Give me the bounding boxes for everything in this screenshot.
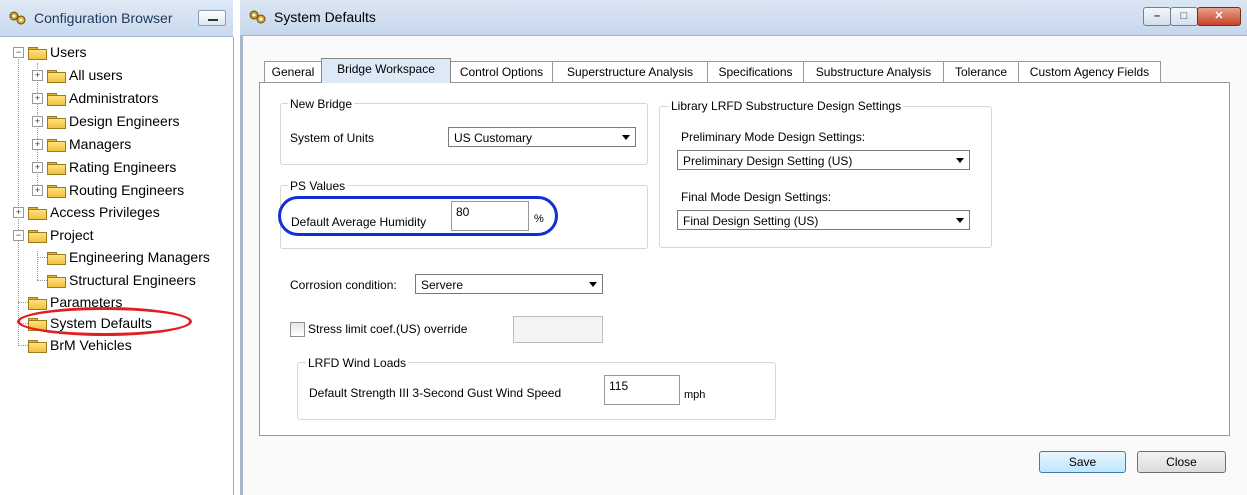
expand-icon[interactable]: + xyxy=(32,116,43,127)
tab-tolerance[interactable]: Tolerance xyxy=(943,61,1019,82)
tree-item-label: Rating Engineers xyxy=(69,159,177,175)
configuration-browser-title: Configuration Browser xyxy=(34,10,173,26)
expand-icon[interactable]: + xyxy=(32,70,43,81)
tab-custom-agency-fields[interactable]: Custom Agency Fields xyxy=(1018,61,1161,82)
tree-item-label: Access Privileges xyxy=(50,204,160,220)
final-dropdown[interactable]: Final Design Setting (US) xyxy=(677,210,970,230)
corrosion-value: Servere xyxy=(421,278,464,292)
tree-item-rating-engineers[interactable]: + Rating Engineers xyxy=(0,157,233,177)
window-title: System Defaults xyxy=(274,9,376,25)
tree-item-label: Project xyxy=(50,227,94,243)
tree-item-all-users[interactable]: + All users xyxy=(0,65,233,85)
tree-item-brm-vehicles[interactable]: BrM Vehicles xyxy=(0,335,233,355)
tab-substructure-analysis[interactable]: Substructure Analysis xyxy=(803,61,944,82)
tree-item-label: Administrators xyxy=(69,90,159,106)
preliminary-label: Preliminary Mode Design Settings: xyxy=(681,130,866,144)
preliminary-dropdown[interactable]: Preliminary Design Setting (US) xyxy=(677,150,970,170)
wind-speed-label: Default Strength III 3-Second Gust Wind … xyxy=(309,386,562,400)
minimize-icon: – xyxy=(1153,10,1161,22)
folder-icon xyxy=(47,91,66,106)
maximize-icon: □ xyxy=(1180,10,1188,22)
folder-icon xyxy=(47,160,66,175)
tab-general[interactable]: General xyxy=(264,61,322,82)
ps-values-title: PS Values xyxy=(288,179,348,193)
window-titlebar: System Defaults – □ ✕ xyxy=(240,0,1247,36)
collapse-icon[interactable]: − xyxy=(13,230,24,241)
units-dropdown[interactable]: US Customary xyxy=(448,127,636,147)
expand-icon[interactable]: + xyxy=(32,185,43,196)
tree-item-users[interactable]: − Users xyxy=(0,42,233,62)
save-button[interactable]: Save xyxy=(1039,451,1126,473)
tree-item-routing-engineers[interactable]: + Routing Engineers xyxy=(0,180,233,200)
tree-item-administrators[interactable]: + Administrators xyxy=(0,88,233,108)
close-window-button[interactable]: ✕ xyxy=(1197,7,1241,26)
units-label: System of Units xyxy=(290,131,375,145)
folder-icon xyxy=(47,68,66,83)
configuration-tree[interactable]: − Users + All users + Administrators + D… xyxy=(0,37,234,495)
chevron-down-icon xyxy=(622,135,630,140)
stress-override-label: Stress limit coef.(US) override xyxy=(308,322,468,336)
folder-icon xyxy=(28,295,47,310)
collapse-pane-button[interactable] xyxy=(198,10,226,26)
tree-item-label: Users xyxy=(50,44,87,60)
tab-superstructure-analysis[interactable]: Superstructure Analysis xyxy=(552,61,708,82)
app-icon xyxy=(9,11,27,25)
tree-item-label: All users xyxy=(69,67,123,83)
tree-item-structural-engineers[interactable]: Structural Engineers xyxy=(0,270,233,290)
folder-icon xyxy=(47,250,66,265)
expand-icon[interactable]: + xyxy=(32,139,43,150)
app-icon xyxy=(249,10,267,24)
tree-item-label: Routing Engineers xyxy=(69,182,185,198)
tree-item-label: BrM Vehicles xyxy=(50,337,132,353)
wind-speed-unit: mph xyxy=(684,389,706,401)
humidity-highlight xyxy=(278,196,558,236)
corrosion-dropdown[interactable]: Servere xyxy=(415,274,603,294)
tree-item-label: Engineering Managers xyxy=(69,249,210,265)
folder-icon xyxy=(47,114,66,129)
expand-icon[interactable]: + xyxy=(32,93,43,104)
tree-item-label: Managers xyxy=(69,136,132,152)
final-label: Final Mode Design Settings: xyxy=(681,190,832,204)
folder-icon xyxy=(28,45,47,60)
wind-loads-title: LRFD Wind Loads xyxy=(306,356,409,370)
tree-item-project[interactable]: − Project xyxy=(0,225,233,245)
library-lrfd-title: Library LRFD Substructure Design Setting… xyxy=(669,99,904,113)
close-button[interactable]: Close xyxy=(1137,451,1226,473)
tree-item-label: Structural Engineers xyxy=(69,272,196,288)
stress-override-checkbox[interactable] xyxy=(290,322,305,337)
folder-icon xyxy=(47,183,66,198)
stress-override-input[interactable] xyxy=(513,316,603,343)
new-bridge-title: New Bridge xyxy=(288,97,355,111)
configuration-browser-titlebar: Configuration Browser xyxy=(0,0,233,37)
collapse-icon[interactable]: − xyxy=(13,47,24,58)
minimize-button[interactable]: – xyxy=(1143,7,1171,26)
tree-item-design-engineers[interactable]: + Design Engineers xyxy=(0,111,233,131)
chevron-down-icon xyxy=(956,218,964,223)
tree-item-label: Design Engineers xyxy=(69,113,180,129)
tree-item-engineering-managers[interactable]: Engineering Managers xyxy=(0,247,233,267)
folder-icon xyxy=(47,273,66,288)
tab-control-options[interactable]: Control Options xyxy=(450,61,553,82)
chevron-down-icon xyxy=(589,282,597,287)
folder-icon xyxy=(28,338,47,353)
units-value: US Customary xyxy=(454,131,533,145)
folder-icon xyxy=(28,228,47,243)
expand-icon[interactable]: + xyxy=(13,207,24,218)
tree-item-access-privileges[interactable]: + Access Privileges xyxy=(0,202,233,222)
folder-icon xyxy=(47,137,66,152)
maximize-button[interactable]: □ xyxy=(1170,7,1198,26)
wind-speed-input[interactable]: 115 xyxy=(604,375,680,405)
tree-item-managers[interactable]: + Managers xyxy=(0,134,233,154)
preliminary-value: Preliminary Design Setting (US) xyxy=(683,154,853,168)
system-defaults-highlight xyxy=(17,307,192,336)
tab-specifications[interactable]: Specifications xyxy=(707,61,804,82)
chevron-down-icon xyxy=(956,158,964,163)
expand-icon[interactable]: + xyxy=(32,162,43,173)
final-value: Final Design Setting (US) xyxy=(683,214,819,228)
close-icon: ✕ xyxy=(1214,10,1224,22)
corrosion-label: Corrosion condition: xyxy=(290,278,397,292)
tab-bridge-workspace[interactable]: Bridge Workspace xyxy=(321,58,451,83)
folder-icon xyxy=(28,205,47,220)
